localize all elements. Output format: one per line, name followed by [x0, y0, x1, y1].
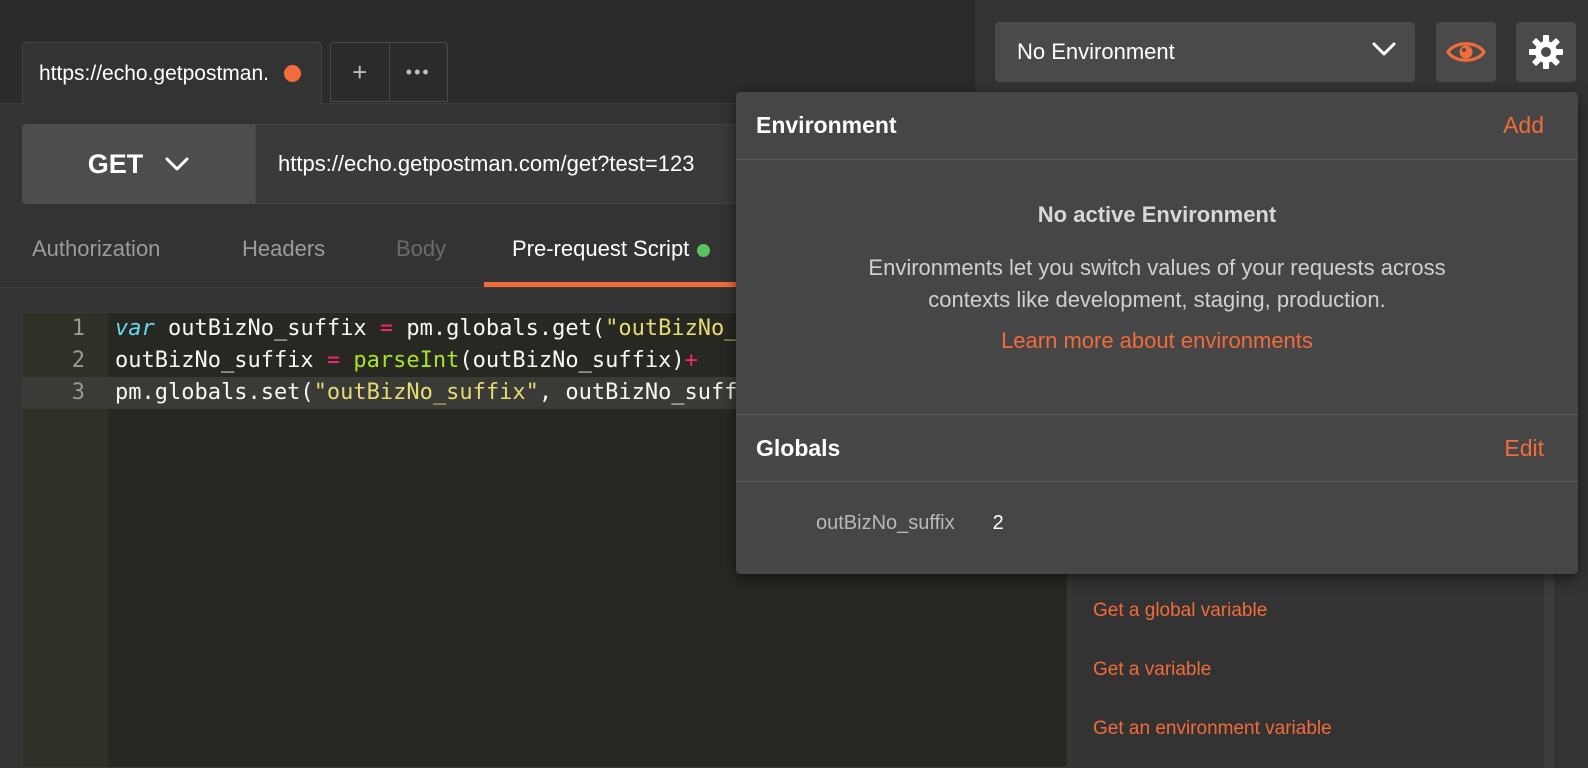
snippet-link[interactable]: Get an environment variable [1093, 718, 1332, 740]
manage-environments-button[interactable] [1516, 22, 1576, 82]
environment-quick-look-popover: Environment Add No active Environment En… [736, 92, 1578, 574]
environment-description: Environments let you switch values of yo… [736, 252, 1578, 316]
tab-authorization[interactable]: Authorization [32, 236, 160, 262]
unsaved-dot-icon [284, 65, 301, 82]
line-number: 2 [71, 348, 85, 373]
tab-prerequest-label: Pre-request Script [512, 236, 690, 261]
global-variable-value: 2 [992, 512, 1004, 534]
snippet-link[interactable]: Get a global variable [1093, 600, 1267, 622]
active-tab-indicator [484, 282, 744, 287]
environment-quick-look-button[interactable] [1436, 22, 1496, 82]
environment-select[interactable]: No Environment [995, 22, 1415, 82]
line-number: 1 [71, 316, 85, 341]
snippets-scrollbar[interactable] [1544, 560, 1554, 768]
request-tab-title: https://echo.getpostman.com/get?test=123 [39, 61, 267, 85]
environment-select-label: No Environment [1017, 39, 1175, 64]
environment-section-header: Environment Add [736, 92, 1578, 160]
more-icon: ••• [405, 61, 431, 82]
url-text: https://echo.getpostman.com/get?test=123 [278, 151, 695, 176]
code-text: pm.globals.set("outBizNo_suffix", outBiz… [115, 380, 791, 405]
plus-icon: + [352, 56, 368, 87]
line-number: 3 [71, 380, 85, 405]
eye-icon [1446, 42, 1486, 62]
learn-more-environments-link: Learn more about environments [736, 328, 1578, 354]
no-active-environment-title: No active Environment [1037, 202, 1277, 227]
environment-section-title: Environment [756, 112, 897, 138]
chevron-down-icon [1372, 42, 1396, 56]
snippet-link[interactable]: Get a variable [1093, 659, 1211, 681]
global-variable-row: outBizNo_suffix 2 [816, 512, 1004, 535]
globals-section-header: Globals Edit [736, 414, 1578, 482]
code-text: outBizNo_suffix = parseInt(outBizNo_suff… [115, 348, 698, 373]
tab-options-button[interactable]: ••• [390, 43, 448, 101]
url-input[interactable]: https://echo.getpostman.com/get?test=123 [255, 124, 755, 204]
environment-description-line: contexts like development, staging, prod… [928, 287, 1386, 312]
tab-prerequest-script[interactable]: Pre-request Script [512, 236, 711, 262]
tab-actions: + ••• [330, 42, 448, 102]
code-text: var outBizNo_suffix = pm.globals.get("ou… [115, 316, 831, 341]
environment-description-line: Environments let you switch values of yo… [868, 255, 1446, 280]
method-select[interactable]: GET [22, 124, 255, 204]
learn-more-link-text[interactable]: Learn more about environments [1001, 328, 1313, 353]
global-variable-key: outBizNo_suffix [816, 512, 955, 534]
edit-globals-link[interactable]: Edit [1504, 435, 1544, 462]
add-environment-link[interactable]: Add [1503, 112, 1544, 139]
request-subtabs: Authorization Headers Body Pre-request S… [0, 222, 760, 288]
app-window: https://echo.getpostman.com/get?test=123… [0, 0, 1588, 768]
method-label: GET [87, 148, 144, 179]
gear-icon [1529, 35, 1563, 69]
request-tab-active[interactable]: https://echo.getpostman.com/get?test=123 [22, 42, 322, 104]
tab-headers[interactable]: Headers [242, 236, 325, 262]
tab-bar: https://echo.getpostman.com/get?test=123… [0, 0, 975, 104]
snippets-panel: Get a global variable Get a variable Get… [1070, 560, 1560, 768]
new-tab-button[interactable]: + [331, 43, 390, 101]
globals-section-title: Globals [756, 434, 841, 461]
chevron-down-icon [165, 157, 189, 171]
active-script-dot-icon [697, 243, 711, 257]
tab-body[interactable]: Body [396, 236, 446, 262]
